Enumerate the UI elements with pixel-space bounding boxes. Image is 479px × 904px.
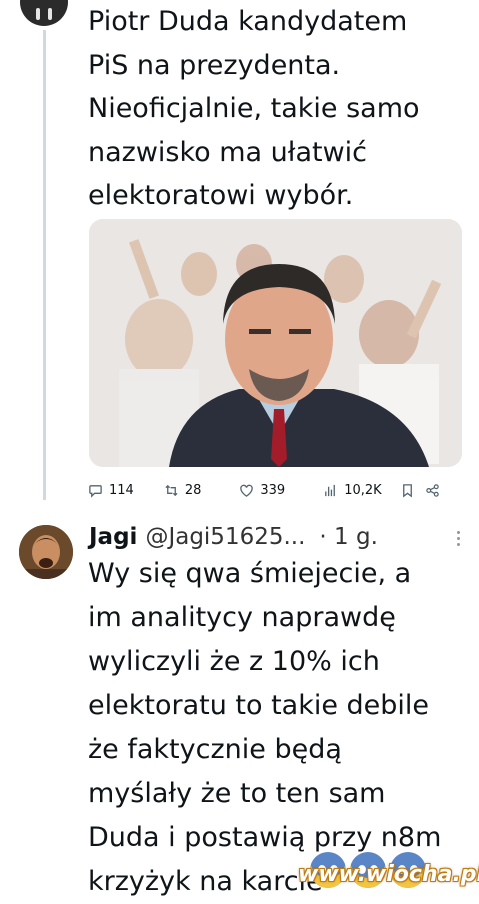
views-count: 10,2K — [344, 482, 382, 498]
like-button[interactable]: 339 — [239, 483, 285, 498]
reply-button[interactable]: 114 — [88, 483, 134, 498]
retweet-count: 28 — [184, 482, 202, 498]
reply-author-handle[interactable]: @Jagi51625... — [145, 524, 305, 550]
more-options-icon[interactable] — [457, 531, 461, 549]
reply-header: Jagi @Jagi51625... · 1 g. — [89, 519, 469, 555]
reply-timestamp[interactable]: · 1 g. — [319, 524, 377, 550]
reply-author-name[interactable]: Jagi — [89, 524, 137, 550]
share-button[interactable] — [425, 483, 440, 498]
watermark: www.wiocha.pl — [298, 862, 479, 887]
like-count: 339 — [260, 482, 286, 498]
heart-icon — [240, 484, 254, 497]
share-icon — [425, 483, 439, 497]
avatar-image — [19, 525, 73, 579]
avatar-detail — [36, 8, 40, 20]
views-icon — [325, 484, 336, 496]
reply-author-avatar[interactable] — [19, 525, 73, 579]
avatar-detail — [48, 8, 52, 20]
views-button[interactable]: 10,2K — [323, 482, 382, 498]
retweet-icon — [165, 484, 178, 496]
tweet-text: Piotr Duda kandydatem PiS na prezydenta.… — [88, 6, 420, 211]
reply-icon — [89, 484, 102, 498]
bookmark-icon — [402, 483, 412, 497]
tweet-actions: 114 28 339 10,2K — [88, 478, 460, 502]
thread-line — [43, 30, 46, 500]
bookmark-button[interactable] — [400, 483, 415, 498]
reply-count: 114 — [109, 482, 134, 498]
tweet-photo[interactable] — [89, 219, 462, 467]
photo-illustration — [89, 219, 462, 467]
retweet-button[interactable]: 28 — [164, 482, 202, 498]
author-avatar[interactable] — [20, 0, 68, 26]
